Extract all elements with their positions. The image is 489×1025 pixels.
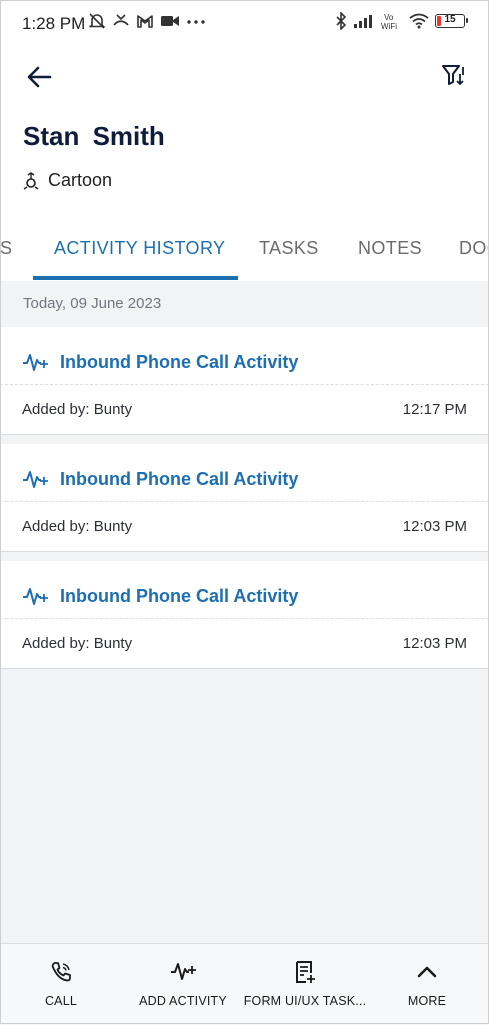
tab-tasks[interactable]: TASKS	[259, 238, 319, 259]
bluetooth-icon	[336, 12, 347, 30]
chevron-up-icon	[417, 966, 437, 978]
phone-icon	[51, 962, 71, 982]
more-label: MORE	[407, 994, 447, 1008]
gmail-icon	[137, 15, 153, 28]
status-bar: 1:28 PM Vo WiFi 15	[0, 0, 489, 46]
activity-plus-icon	[171, 963, 196, 980]
muted-bell-icon	[88, 13, 106, 29]
divider	[0, 501, 489, 502]
contact-type-label: Cartoon	[48, 170, 113, 190]
activity-icon	[23, 588, 48, 605]
date-header: Today, 09 June 2023	[23, 295, 162, 312]
more-dots-icon	[187, 20, 205, 24]
bottom-action-bar: CALL ADD ACTIVITY FORM UI/UX TASK... MOR…	[0, 943, 489, 1025]
activity-list: Today, 09 June 2023 Inbound Phone Call A…	[0, 281, 489, 943]
tab-documents[interactable]: DOC	[459, 238, 489, 259]
activity-icon	[23, 354, 48, 371]
vowifi-icon: Vo WiFi	[381, 13, 397, 30]
tab-partial-left[interactable]: S	[0, 238, 12, 259]
svg-text:Vo: Vo	[384, 13, 394, 22]
add-activity-label: ADD ACTIVITY	[139, 994, 227, 1008]
call-label: CALL	[44, 994, 78, 1008]
tab-activity-history[interactable]: ACTIVITY HISTORY	[54, 238, 225, 259]
activity-time: 12:03 PM	[402, 635, 467, 652]
contact-type: Cartoon	[22, 170, 112, 191]
more-button[interactable]: MORE	[362, 944, 489, 1025]
added-by: Added by: Bunty	[22, 518, 133, 535]
form-task-label: FORM UI/UX TASK...	[243, 994, 367, 1008]
call-button[interactable]: CALL	[0, 944, 126, 1025]
status-time: 1:28 PM	[22, 14, 86, 33]
video-icon	[161, 16, 179, 26]
active-tab-indicator	[33, 276, 238, 280]
activity-card[interactable]: Inbound Phone Call Activity Added by: Bu…	[0, 561, 489, 669]
activity-title[interactable]: Inbound Phone Call Activity	[60, 469, 298, 490]
tab-notes[interactable]: NOTES	[358, 238, 422, 259]
activity-icon	[23, 471, 48, 488]
activity-time: 12:03 PM	[402, 518, 467, 535]
form-task-button[interactable]: FORM UI/UX TASK...	[240, 944, 370, 1025]
activity-time: 12:17 PM	[402, 401, 467, 418]
svg-text:WiFi: WiFi	[381, 22, 397, 30]
contact-name: Stan Smith	[23, 121, 165, 151]
activity-title[interactable]: Inbound Phone Call Activity	[60, 352, 298, 373]
tab-bar: S ACTIVITY HISTORY TASKS NOTES DOC	[0, 226, 489, 282]
divider	[0, 384, 489, 385]
battery-icon: 15	[435, 14, 468, 28]
back-arrow-icon[interactable]	[24, 62, 54, 92]
added-by: Added by: Bunty	[22, 401, 133, 418]
wifi-icon	[409, 13, 429, 29]
filter-sort-icon[interactable]	[441, 62, 467, 88]
activity-card[interactable]: Inbound Phone Call Activity Added by: Bu…	[0, 327, 489, 435]
gender-icon	[23, 171, 39, 190]
divider	[0, 618, 489, 619]
missed-call-icon	[113, 14, 129, 26]
signal-icon	[354, 15, 372, 28]
activity-title[interactable]: Inbound Phone Call Activity	[60, 586, 298, 607]
activity-card[interactable]: Inbound Phone Call Activity Added by: Bu…	[0, 444, 489, 552]
added-by: Added by: Bunty	[22, 635, 133, 652]
form-add-icon	[296, 961, 315, 983]
add-activity-button[interactable]: ADD ACTIVITY	[118, 944, 248, 1025]
